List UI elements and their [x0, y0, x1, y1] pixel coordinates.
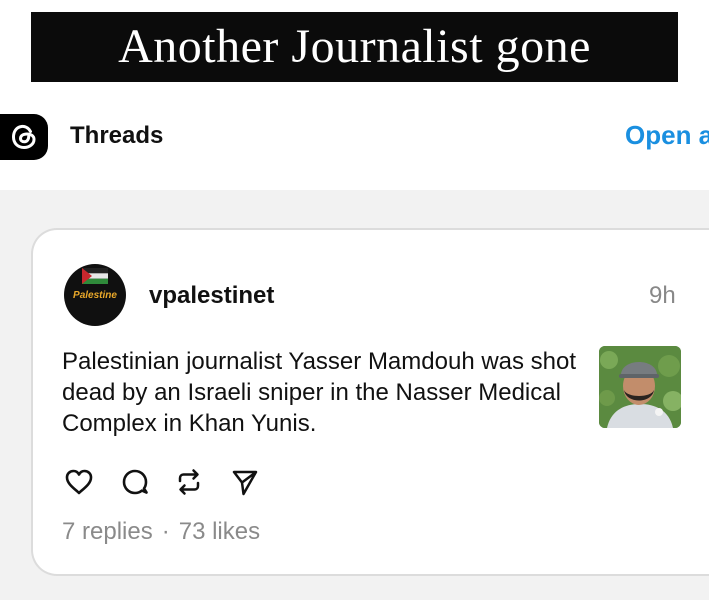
threads-logo-icon[interactable]	[0, 114, 48, 160]
post-stats: 7 replies · 73 likes	[62, 518, 260, 546]
post-timestamp: 9h	[649, 282, 676, 309]
post-image[interactable]	[599, 346, 681, 428]
comment-icon[interactable]	[119, 466, 151, 498]
post-username[interactable]: vpalestinet	[149, 282, 274, 310]
avatar-text: Palestine	[73, 290, 117, 301]
stats-separator: ·	[161, 518, 170, 545]
story-caption: Another Journalist gone	[31, 12, 678, 82]
send-icon[interactable]	[229, 466, 261, 498]
threads-header: Threads Open a	[0, 100, 709, 172]
repost-icon[interactable]	[173, 466, 205, 498]
open-app-link[interactable]: Open a	[625, 120, 709, 151]
avatar[interactable]: Palestine	[64, 264, 126, 326]
heart-icon[interactable]	[63, 466, 95, 498]
post-text: Palestinian journalist Yasser Mamdouh wa…	[62, 348, 577, 437]
replies-count[interactable]: 7 replies	[62, 518, 153, 545]
app-name: Threads	[70, 122, 164, 149]
likes-count[interactable]: 73 likes	[179, 518, 260, 545]
flag-icon	[82, 268, 108, 284]
post-card: Palestine vpalestinet 9h Palestinian jou…	[31, 228, 709, 576]
